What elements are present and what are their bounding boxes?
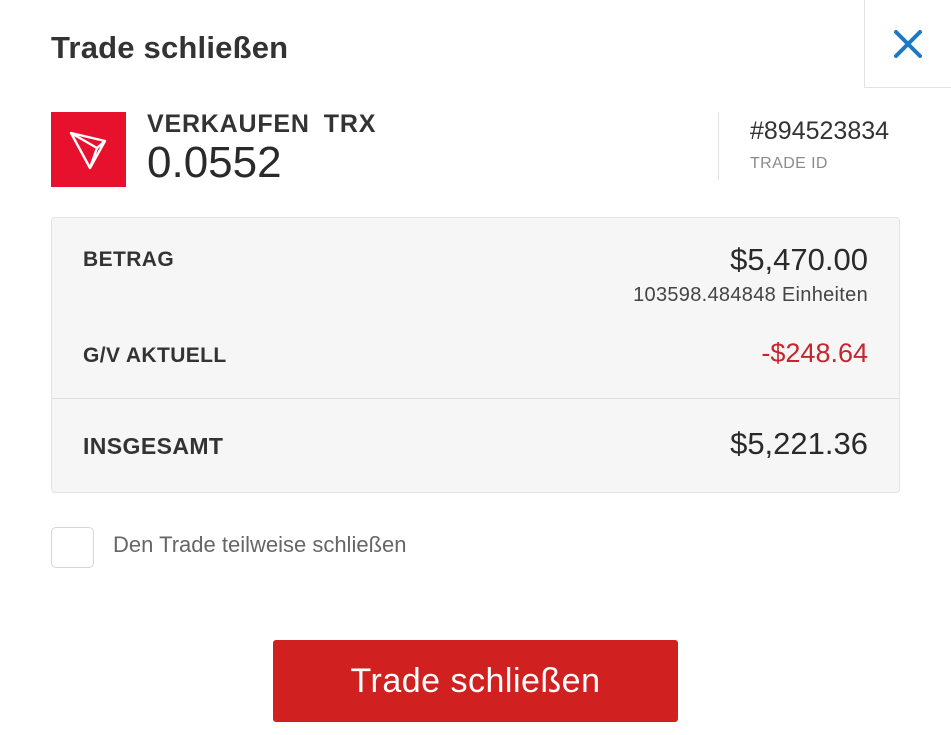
- tron-logo-icon: [69, 131, 106, 169]
- dialog-title: Trade schließen: [51, 30, 289, 65]
- trade-summary-panel: BETRAG $5,470.00 103598.484848 Einheiten…: [51, 217, 900, 493]
- close-trade-dialog: Trade schließen VERKAUFEN TRX 0.0552 #894…: [0, 0, 951, 735]
- summary-divider: [52, 398, 899, 399]
- trade-id-value: #894523834: [750, 117, 890, 145]
- header-divider: [718, 112, 719, 180]
- partial-close-checkbox[interactable]: [51, 527, 94, 568]
- total-label: INSGESAMT: [83, 433, 224, 459]
- trade-side: VERKAUFEN: [147, 110, 310, 138]
- units-value: 103598.484848 Einheiten: [633, 284, 868, 306]
- amount-value: $5,470.00: [730, 242, 868, 277]
- amount-label: BETRAG: [83, 248, 175, 271]
- pl-value: -$248.64: [761, 338, 868, 368]
- close-x-icon: [894, 29, 922, 58]
- trade-direction: VERKAUFEN TRX: [147, 110, 390, 139]
- pl-label: G/V AKTUELL: [83, 344, 227, 367]
- partial-close-label[interactable]: Den Trade teilweise schließen: [113, 532, 406, 558]
- close-dialog-button[interactable]: [864, 0, 951, 88]
- asset-symbol: TRX: [323, 110, 377, 138]
- trade-id-label: TRADE ID: [750, 155, 828, 172]
- asset-logo: [51, 112, 126, 187]
- asset-rate: 0.0552: [147, 138, 282, 187]
- total-value: $5,221.36: [730, 426, 868, 461]
- close-trade-button[interactable]: Trade schließen: [273, 640, 678, 722]
